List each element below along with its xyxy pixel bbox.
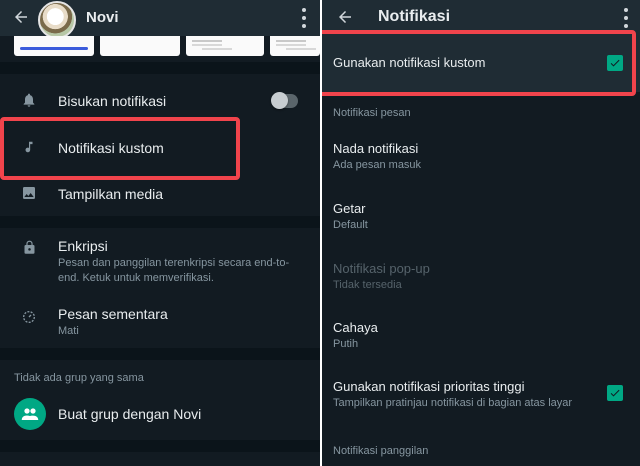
- music-note-icon: [20, 138, 38, 156]
- high-priority-label: Gunakan notifikasi prioritas tinggi: [333, 379, 525, 394]
- use-custom-notifications-checkbox[interactable]: [607, 55, 623, 71]
- high-priority-item[interactable]: Gunakan notifikasi prioritas tinggi Tamp…: [322, 366, 640, 422]
- contact-avatar[interactable]: [38, 1, 76, 39]
- mute-notifications-label: Bisukan notifikasi: [58, 93, 167, 109]
- media-visibility-row[interactable]: Tampilkan media: [0, 172, 320, 216]
- media-thumbnails: [0, 36, 320, 58]
- check-icon: [610, 59, 620, 67]
- light-label: Cahaya: [333, 320, 378, 335]
- use-custom-notifications-label: Gunakan notifikasi kustom: [333, 55, 486, 70]
- encryption-description: Pesan dan panggilan terenkripsi secara e…: [58, 257, 290, 284]
- contact-info-pane: Novi Bisukan notifikasi Notifikasi kusto…: [0, 0, 320, 466]
- disappearing-messages-row[interactable]: Pesan sementara Mati: [0, 296, 320, 348]
- bell-icon: [20, 91, 38, 109]
- more-options-button[interactable]: [300, 8, 308, 28]
- vibrate-item[interactable]: Getar Default: [322, 188, 640, 240]
- call-notifications-header: Notifikasi panggilan: [333, 445, 429, 457]
- more-vertical-icon: [624, 8, 628, 12]
- divider: [0, 348, 320, 360]
- page-title: Notifikasi: [378, 8, 451, 25]
- disappearing-messages-label: Pesan sementara: [58, 306, 168, 322]
- media-thumbnail[interactable]: [186, 36, 264, 56]
- media-thumbnail[interactable]: [270, 36, 320, 56]
- create-group-label: Buat grup dengan Novi: [58, 406, 202, 422]
- create-group-row[interactable]: Buat grup dengan Novi: [0, 390, 320, 438]
- disappearing-messages-status: Mati: [58, 325, 79, 337]
- use-custom-notifications-item[interactable]: Gunakan notifikasi kustom: [322, 36, 640, 92]
- media-thumbnail[interactable]: [100, 36, 180, 56]
- more-vertical-icon: [302, 8, 306, 12]
- contact-name: Novi: [86, 9, 119, 26]
- high-priority-description: Tampilkan pratinjau notifikasi di bagian…: [333, 397, 573, 409]
- divider: [0, 216, 320, 228]
- mute-toggle[interactable]: [271, 92, 298, 109]
- encryption-row[interactable]: Enkripsi Pesan dan panggilan terenkripsi…: [0, 228, 320, 296]
- notification-settings-appbar: Notifikasi: [322, 0, 640, 36]
- group-icon: [14, 398, 46, 430]
- check-icon: [610, 389, 620, 397]
- media-visibility-label: Tampilkan media: [58, 186, 164, 202]
- timer-icon: [20, 308, 38, 326]
- light-value: Putih: [333, 338, 359, 350]
- popup-notification-value: Tidak tersedia: [333, 279, 402, 291]
- arrow-left-icon: [339, 11, 351, 23]
- media-thumbnail[interactable]: [14, 36, 94, 56]
- notification-tone-label: Nada notifikasi: [333, 141, 419, 156]
- vibrate-value: Default: [333, 219, 368, 231]
- divider: [0, 440, 320, 452]
- vibrate-label: Getar: [333, 201, 366, 216]
- image-icon: [20, 184, 38, 202]
- notification-settings-pane: Notifikasi Gunakan notifikasi kustom Not…: [322, 0, 640, 466]
- notification-tone-item[interactable]: Nada notifikasi Ada pesan masuk: [322, 128, 640, 180]
- popup-notification-label: Notifikasi pop-up: [333, 261, 430, 276]
- notification-tone-value: Ada pesan masuk: [333, 159, 422, 171]
- divider: [322, 424, 640, 436]
- back-button[interactable]: [10, 6, 32, 28]
- back-button[interactable]: [334, 6, 356, 28]
- more-options-button[interactable]: [622, 8, 630, 28]
- light-item[interactable]: Cahaya Putih: [322, 307, 640, 359]
- popup-notification-item: Notifikasi pop-up Tidak tersedia: [322, 248, 640, 300]
- custom-notifications-row[interactable]: Notifikasi kustom: [0, 126, 320, 172]
- divider: [0, 62, 320, 74]
- arrow-left-icon: [15, 11, 27, 23]
- high-priority-checkbox[interactable]: [607, 385, 623, 401]
- contact-info-appbar: Novi: [0, 0, 320, 39]
- custom-notifications-label: Notifikasi kustom: [58, 140, 164, 156]
- lock-icon: [20, 238, 38, 256]
- common-groups-header: Tidak ada grup yang sama: [14, 372, 144, 384]
- message-notifications-header: Notifikasi pesan: [333, 107, 411, 119]
- encryption-label: Enkripsi: [58, 238, 108, 254]
